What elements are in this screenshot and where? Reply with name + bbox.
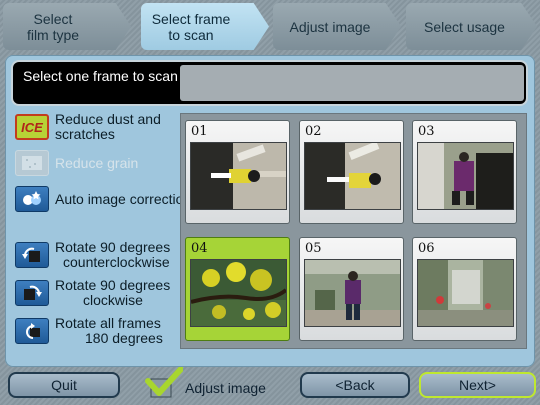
frame-thumbnail[interactable]: 02: [299, 120, 404, 224]
ice-toggle[interactable]: ICE Reduce dust and scratches: [15, 112, 161, 142]
rotate-cw-icon: [15, 280, 49, 306]
rotate-180-label: 180 degrees: [85, 330, 163, 346]
rotate-cw-button[interactable]: Rotate 90 degrees clockwise: [15, 278, 170, 308]
frame-image: [304, 142, 401, 210]
rotate-180-icon: [26, 323, 40, 339]
quit-button[interactable]: Quit: [8, 372, 120, 398]
step-label: Adjust image: [289, 18, 371, 35]
ice-label: scratches: [55, 126, 115, 142]
step-label: Select: [33, 10, 73, 27]
frame-thumbnail-selected[interactable]: 04: [185, 237, 290, 341]
ice-label: Reduce dust and: [55, 111, 161, 127]
auto-correction-toggle[interactable]: Auto image correction: [15, 186, 191, 212]
step-label: film type: [26, 26, 80, 43]
step-select-usage[interactable]: Select usage: [406, 3, 537, 50]
ice-icon: ICE: [15, 114, 49, 140]
ice-icon-text: ICE: [21, 119, 43, 135]
instruction-text: Select one frame to scan: [23, 68, 178, 84]
rotate-ccw-button[interactable]: Rotate 90 degrees counterclockwise: [15, 240, 170, 270]
frame-image: [191, 143, 286, 209]
rotate-cw-icon: [24, 285, 42, 300]
back-label: <Back: [335, 377, 375, 393]
frame-thumbnail[interactable]: 01: [185, 120, 290, 224]
grain-icon: [22, 156, 42, 170]
next-label: Next>: [459, 377, 496, 393]
frame-image: [417, 142, 514, 210]
frame-image: [191, 260, 286, 326]
reduce-grain-toggle[interactable]: Reduce grain: [15, 150, 138, 176]
next-button[interactable]: Next>: [419, 372, 536, 398]
frame-number: 06: [418, 241, 435, 256]
frame-number: 04: [191, 241, 208, 256]
adjust-image-label: Adjust image: [185, 380, 266, 396]
auto-correction-label: Auto image correction: [55, 190, 192, 207]
step-label: Select usage: [424, 18, 505, 35]
rotate-ccw-label: counterclockwise: [63, 254, 170, 270]
quit-label: Quit: [51, 377, 77, 393]
frame-info-field: [180, 65, 524, 101]
auto-correction-icon: [23, 191, 41, 205]
rotate-180-label: Rotate all frames: [55, 315, 161, 331]
frame-number: 03: [418, 124, 435, 139]
step-label: to scan: [168, 26, 214, 43]
frame-image: [305, 143, 400, 209]
rotate-ccw-icon: [22, 247, 40, 262]
step-select-frame[interactable]: Select frame to scan: [141, 3, 269, 50]
adjust-image-checkbox[interactable]: Adjust image: [145, 367, 266, 399]
frame-image: [418, 260, 513, 326]
frame-image: [190, 259, 287, 327]
frame-number: 02: [305, 124, 322, 139]
back-button[interactable]: <Back: [300, 372, 410, 398]
rotate-ccw-icon: [15, 242, 49, 268]
frame-grid: 01 02 03 04 05 06: [180, 113, 527, 349]
frame-image: [418, 143, 513, 209]
rotate-180-icon: [15, 318, 49, 344]
frame-thumbnail[interactable]: 06: [412, 237, 517, 341]
frame-thumbnail[interactable]: 05: [299, 237, 404, 341]
instruction-bar: Select one frame to scan: [11, 60, 528, 106]
grain-label: Reduce grain: [55, 154, 139, 171]
step-adjust-image[interactable]: Adjust image: [273, 3, 401, 50]
frame-thumbnail[interactable]: 03: [412, 120, 517, 224]
step-label: Select frame: [151, 10, 231, 27]
rotate-ccw-label: Rotate 90 degrees: [55, 239, 171, 255]
frame-image: [304, 259, 401, 327]
frame-image: [190, 142, 287, 210]
auto-correction-icon: [15, 186, 49, 212]
frame-image: [305, 260, 400, 326]
rotate-cw-label: Rotate 90 degrees: [55, 277, 171, 293]
rotate-cw-label: clockwise: [83, 292, 143, 308]
rotate-180-button[interactable]: Rotate all frames 180 degrees: [15, 316, 163, 346]
frame-number: 05: [305, 241, 322, 256]
frame-number: 01: [191, 124, 208, 139]
frame-image: [417, 259, 514, 327]
grain-icon: [15, 150, 49, 176]
checkmark-icon: [145, 367, 183, 398]
step-select-film-type[interactable]: Select film type: [3, 3, 131, 50]
